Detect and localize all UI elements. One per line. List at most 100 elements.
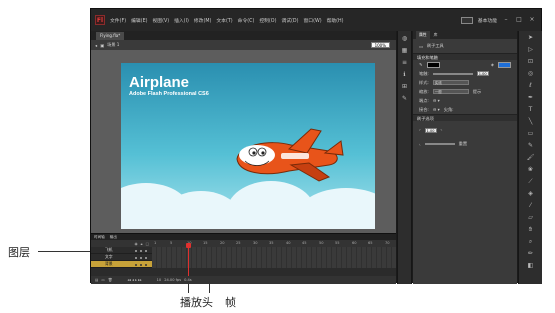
- close-button[interactable]: ×: [528, 16, 536, 24]
- bucket-icon: ◈: [490, 62, 494, 67]
- tools-panel: ➤ ▷ ⊡ ◎ ℓ ✒ T ╲ ▭ ✎ 🖌︎ ❀ ⟋ ◈ ⁄ ▱ ✋︎ ⌕ ✏ …: [518, 31, 542, 284]
- layer-name[interactable]: 文字: [91, 254, 135, 260]
- menu-help[interactable]: 帮助(H): [327, 17, 344, 24]
- pencil-tool-icon[interactable]: ✎: [526, 141, 535, 150]
- back-arrow-icon[interactable]: ◂: [95, 43, 97, 48]
- properties-tabs: 属性 库: [413, 31, 517, 39]
- tab-timeline[interactable]: 时间轴: [94, 234, 105, 240]
- miter-label: 尖角:: [443, 106, 454, 112]
- menu-edit[interactable]: 编辑(E): [131, 17, 147, 24]
- brush-shape-icon: ◜: [419, 127, 421, 133]
- hand-tool-icon[interactable]: ✋︎: [526, 225, 535, 234]
- layer-name[interactable]: 背景: [91, 261, 135, 267]
- menu-modify[interactable]: 修改(M): [194, 17, 211, 24]
- menu-view[interactable]: 视图(V): [152, 17, 169, 24]
- zoom-tool-icon[interactable]: ⌕: [526, 237, 535, 246]
- frame-number: 40: [286, 241, 291, 245]
- tool-name: 刷子工具: [426, 43, 444, 48]
- brush-angle-icon: ◝: [440, 127, 443, 133]
- frame-number: 60: [352, 241, 357, 245]
- new-folder-icon[interactable]: ▭: [101, 278, 104, 282]
- layer-row-selected[interactable]: 背景: [91, 260, 396, 268]
- rectangle-tool-icon[interactable]: ▭: [526, 129, 535, 138]
- info-icon[interactable]: ℹ: [400, 70, 409, 79]
- style-dropdown[interactable]: 实线: [432, 80, 469, 85]
- stroke-value[interactable]: 1.00: [476, 71, 489, 76]
- menu-commands[interactable]: 命令(C): [238, 17, 255, 24]
- frame-rate[interactable]: 24.00 fps: [164, 278, 181, 282]
- deco-tool-icon[interactable]: ❀: [526, 165, 535, 174]
- cap-dropdown-icon[interactable]: ⊖ ▾: [433, 98, 440, 103]
- delete-layer-icon[interactable]: 🗑︎: [108, 278, 113, 282]
- brush-reset-row: ◟ 重置: [413, 139, 517, 148]
- stage[interactable]: Airplane Adobe Flash Professional CS6: [121, 63, 375, 229]
- tab-output[interactable]: 输出: [110, 234, 117, 240]
- edit-bar: ◂ ▣ 场景 1 100%: [91, 40, 396, 50]
- section-brush-options[interactable]: 刷子选项: [413, 114, 517, 121]
- text-tool-icon[interactable]: T: [526, 105, 535, 114]
- stroke-color-swatch[interactable]: [426, 61, 440, 68]
- scale-dropdown[interactable]: 一般: [432, 89, 469, 94]
- brush-tool-icon[interactable]: 🖌︎: [526, 153, 535, 162]
- stroke-slider[interactable]: [432, 72, 473, 75]
- frame-number: 45: [302, 241, 307, 245]
- join-label: 接合:: [419, 106, 429, 112]
- eyedropper-tool-icon[interactable]: ⁄: [526, 201, 535, 210]
- maximize-button[interactable]: □: [515, 16, 523, 24]
- stroke-color-icon[interactable]: ✏: [526, 249, 535, 258]
- transform-icon[interactable]: ⊞: [400, 82, 409, 91]
- frame-number: 65: [368, 241, 373, 245]
- outline-icon[interactable]: □: [146, 242, 149, 246]
- scene-label[interactable]: 场景 1: [107, 42, 119, 48]
- selection-tool-icon[interactable]: ➤: [526, 33, 535, 42]
- menu-window[interactable]: 窗口(W): [303, 17, 321, 24]
- fill-color-icon[interactable]: ◧: [526, 261, 535, 270]
- frame-number: 55: [335, 241, 340, 245]
- lasso-tool-icon[interactable]: ℓ: [526, 81, 535, 90]
- hint-checkbox[interactable]: 提示: [473, 89, 481, 95]
- zoom-select[interactable]: 100%: [370, 42, 390, 48]
- eye-icon[interactable]: ◉: [135, 242, 138, 246]
- menu-text[interactable]: 文本(T): [216, 17, 232, 24]
- brush-size-value[interactable]: 1.00: [424, 127, 437, 133]
- menu-control[interactable]: 控制(O): [259, 17, 276, 24]
- menu-file[interactable]: 文件(F): [110, 17, 126, 24]
- swatches-icon[interactable]: ▦: [400, 46, 409, 55]
- line-tool-icon[interactable]: ╲: [526, 117, 535, 126]
- menu-insert[interactable]: 插入(I): [174, 17, 189, 24]
- paint-bucket-tool-icon[interactable]: ◈: [526, 189, 535, 198]
- scale-row: 缩放: 一般 提示: [413, 87, 517, 96]
- minimize-button[interactable]: –: [502, 16, 510, 24]
- document-tab[interactable]: Flying.fla*: [96, 32, 125, 40]
- pencil-icon: ✎: [419, 62, 423, 67]
- join-dropdown-icon[interactable]: ⊖ ▾: [433, 107, 440, 112]
- frame-number: 25: [236, 241, 241, 245]
- bone-tool-icon[interactable]: ⟋: [526, 177, 535, 186]
- stage-subtitle: Adobe Flash Professional CS6: [129, 91, 209, 97]
- pen-tool-icon[interactable]: ✒: [526, 93, 535, 102]
- layer-name[interactable]: 飞机: [91, 247, 135, 253]
- stage-title: Airplane: [129, 74, 190, 91]
- fill-color-swatch[interactable]: [498, 61, 511, 68]
- brush-slider[interactable]: [424, 142, 455, 145]
- subselection-tool-icon[interactable]: ▷: [526, 45, 535, 54]
- menu-debug[interactable]: 调试(D): [281, 17, 298, 24]
- reset-button[interactable]: 重置: [459, 141, 467, 147]
- lock-icon[interactable]: 🔒︎: [141, 242, 143, 246]
- workspace-selector[interactable]: 基本功能: [478, 17, 497, 24]
- color-icon[interactable]: ◍: [400, 34, 409, 43]
- tab-properties[interactable]: 属性: [416, 31, 430, 39]
- tab-library[interactable]: 库: [434, 31, 438, 39]
- align-icon[interactable]: ≡: [400, 58, 409, 67]
- play-controls-icon[interactable]: ◂◂ ◂ ▸ ▸▸: [127, 278, 141, 282]
- new-layer-icon[interactable]: ▤: [95, 278, 98, 282]
- free-transform-tool-icon[interactable]: ⊡: [526, 57, 535, 66]
- timeline-footer: ▤ ▭ 🗑︎ ◂◂ ◂ ▸ ▸▸ 10 24.00 fps 0.4s: [91, 276, 396, 284]
- playhead[interactable]: [186, 243, 191, 277]
- section-fill-stroke[interactable]: 填充和笔触: [413, 53, 517, 60]
- library-icon[interactable]: ✎: [400, 94, 409, 103]
- eraser-tool-icon[interactable]: ▱: [526, 213, 535, 222]
- frame-callout-label: 帧: [225, 296, 236, 309]
- workspace-switch-icon[interactable]: [460, 16, 473, 24]
- 3d-rotation-tool-icon[interactable]: ◎: [526, 69, 535, 78]
